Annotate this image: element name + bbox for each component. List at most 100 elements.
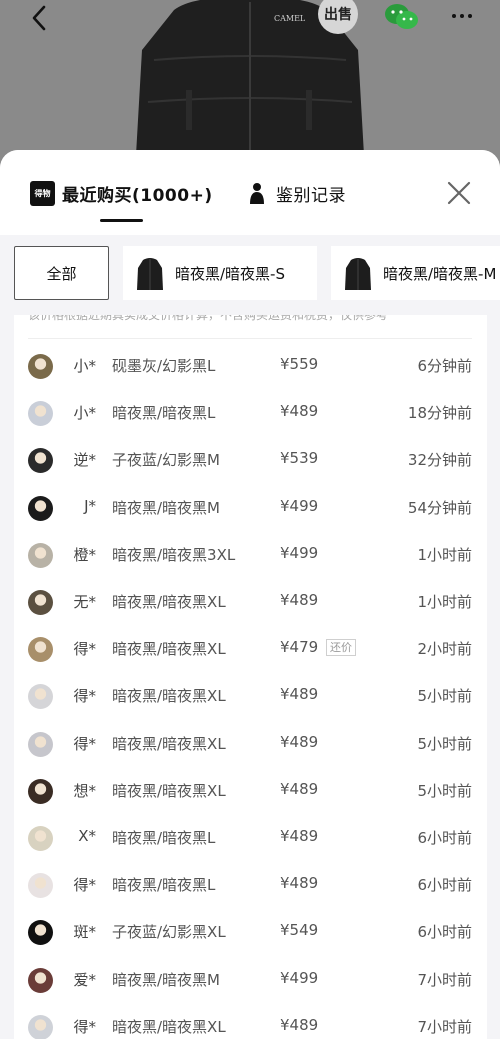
- price-notice: 该价格根据近期真实成交价格计算，不含购买运费和税费，仅供参考: [28, 315, 389, 322]
- purchase-row: 无* 暗夜黑/暗夜黑XL ¥489 1小时前: [14, 579, 487, 626]
- purchase-row: 想* 暗夜黑/暗夜黑XL ¥489 5小时前: [14, 768, 487, 815]
- back-button[interactable]: [26, 4, 52, 32]
- price-value: ¥489: [280, 827, 319, 845]
- jacket-thumbnail-icon: [345, 258, 371, 290]
- price-value: ¥489: [280, 779, 319, 798]
- more-dot-icon: [468, 14, 472, 18]
- purchase-time: 54分钟前: [407, 498, 472, 517]
- sell-label: 出售: [324, 7, 352, 23]
- purchase-row: 得* 暗夜黑/暗夜黑XL ¥479 还价 2小时前: [14, 626, 487, 673]
- purchase-time: 5小时前: [417, 781, 472, 800]
- purchase-row: 小* 砚墨灰/幻影黑L ¥559 6分钟前: [14, 343, 487, 390]
- more-button[interactable]: [446, 6, 478, 26]
- avatar: [28, 684, 53, 710]
- buyer-name: J*: [84, 496, 96, 515]
- variant-label: 暗夜黑/暗夜黑XL: [112, 781, 226, 800]
- jacket-thumbnail-icon: [137, 258, 163, 290]
- variant-label: 暗夜黑/暗夜黑L: [112, 829, 216, 847]
- purchase-row: 得* 暗夜黑/暗夜黑XL ¥489 5小时前: [14, 721, 487, 768]
- buyer-name: 得*: [73, 876, 96, 895]
- price-value: ¥489: [280, 685, 319, 704]
- price-value: ¥489: [280, 402, 319, 421]
- variant-label: 暗夜黑/暗夜黑XL: [112, 734, 226, 753]
- tab-recent-purchases[interactable]: 得物 最近购买(1000+): [30, 178, 213, 208]
- purchase-list: 该价格根据近期真实成交价格计算，不含购买运费和税费，仅供参考 小* 砚墨灰/幻影黑…: [14, 315, 487, 1039]
- avatar: [28, 731, 53, 757]
- purchase-row: 小* 暗夜黑/暗夜黑L ¥489 18分钟前: [14, 390, 487, 437]
- variant-label: 砚墨灰/幻影黑L: [112, 357, 216, 375]
- buyer-name: 想*: [73, 781, 96, 800]
- variant-label: 暗夜黑/暗夜黑XL: [112, 640, 226, 659]
- purchase-time: 32分钟前: [407, 451, 472, 470]
- purchase-time: 1小时前: [417, 545, 472, 564]
- buyer-name: X*: [78, 827, 96, 845]
- purchase-time: 2小时前: [417, 640, 472, 659]
- avatar: [28, 637, 53, 663]
- avatar: [28, 778, 53, 804]
- purchase-time: 6小时前: [417, 829, 472, 847]
- buyer-name: 小*: [73, 357, 96, 375]
- avatar: [28, 590, 53, 615]
- purchase-row: 橙* 暗夜黑/暗夜黑3XL ¥499 1小时前: [14, 532, 487, 579]
- filter-chip-all[interactable]: 全部: [14, 246, 109, 300]
- filter-label: 暗夜黑/暗夜黑-M: [383, 264, 497, 283]
- top-bar: 出售: [0, 0, 500, 36]
- sell-button[interactable]: 出售: [318, 0, 358, 34]
- purchase-time: 1小时前: [417, 593, 472, 611]
- price-value: ¥489: [280, 1015, 319, 1034]
- purchase-time: 5小时前: [417, 734, 472, 753]
- purchase-time: 6分钟前: [417, 357, 472, 375]
- price-value: ¥489: [280, 874, 319, 893]
- purchase-records-sheet: 得物 最近购买(1000+) 鉴别记录 全部 暗夜黑/暗夜黑-S 暗夜黑/暗夜黑…: [0, 150, 500, 1039]
- filter-chip-black-m[interactable]: 暗夜黑/暗夜黑-M: [331, 246, 500, 300]
- buyer-name: 爱*: [73, 970, 96, 989]
- filter-label: 暗夜黑/暗夜黑-S: [175, 264, 285, 283]
- purchase-row: 逆* 子夜蓝/幻影黑M ¥539 32分钟前: [14, 437, 487, 484]
- price-value: ¥489: [280, 591, 319, 609]
- purchase-time: 6小时前: [417, 876, 472, 895]
- price-value: ¥539: [280, 449, 319, 468]
- variant-label: 暗夜黑/暗夜黑M: [112, 498, 220, 517]
- tab-label: 鉴别记录: [276, 185, 346, 206]
- sheet-header: 得物 最近购买(1000+) 鉴别记录: [0, 150, 500, 235]
- purchase-time: 7小时前: [417, 1017, 472, 1036]
- person-silhouette-icon: [250, 183, 264, 204]
- avatar: [28, 873, 53, 899]
- purchase-row: X* 暗夜黑/暗夜黑L ¥489 6小时前: [14, 815, 487, 862]
- avatar: [28, 401, 53, 427]
- active-tab-indicator: [100, 219, 143, 222]
- filter-chip-black-s[interactable]: 暗夜黑/暗夜黑-S: [123, 246, 317, 300]
- price-value: ¥489: [280, 732, 319, 751]
- price-value: ¥559: [280, 355, 319, 373]
- purchase-time: 5小时前: [417, 687, 472, 706]
- buyer-name: 橙*: [73, 545, 96, 564]
- wechat-share-button[interactable]: [384, 3, 420, 31]
- avatar: [28, 495, 53, 521]
- purchase-row: 斑* 子夜蓝/幻影黑XL ¥549 6小时前: [14, 909, 487, 956]
- price-value: ¥499: [280, 968, 319, 987]
- close-icon[interactable]: [444, 178, 474, 208]
- variant-label: 暗夜黑/暗夜黑XL: [112, 1017, 226, 1036]
- more-dot-icon: [452, 14, 456, 18]
- tab-label: 最近购买(1000+): [62, 185, 213, 206]
- tab-authentication-records[interactable]: 鉴别记录: [248, 178, 346, 208]
- price-value: ¥499: [280, 543, 319, 562]
- filter-label: 全部: [46, 264, 77, 283]
- buyer-name: 逆*: [73, 451, 96, 470]
- variant-label: 暗夜黑/暗夜黑M: [112, 970, 220, 989]
- price-value: ¥499: [280, 496, 319, 515]
- price-value: ¥479: [280, 638, 319, 657]
- variant-label: 暗夜黑/暗夜黑L: [112, 404, 216, 423]
- dewu-logo-icon: 得物: [30, 180, 55, 206]
- chevron-left-icon: [32, 5, 46, 31]
- variant-label: 子夜蓝/幻影黑XL: [112, 923, 226, 942]
- avatar: [28, 542, 53, 568]
- variant-label: 暗夜黑/暗夜黑L: [112, 876, 216, 895]
- buyer-name: 得*: [73, 1017, 96, 1036]
- buyer-name: 得*: [73, 640, 96, 659]
- variant-label: 子夜蓝/幻影黑M: [112, 451, 220, 470]
- purchase-row: J* 暗夜黑/暗夜黑M ¥499 54分钟前: [14, 485, 487, 532]
- purchase-row: 得* 暗夜黑/暗夜黑XL ¥489 5小时前: [14, 673, 487, 720]
- purchase-time: 18分钟前: [407, 404, 472, 423]
- variant-label: 暗夜黑/暗夜黑3XL: [112, 545, 236, 564]
